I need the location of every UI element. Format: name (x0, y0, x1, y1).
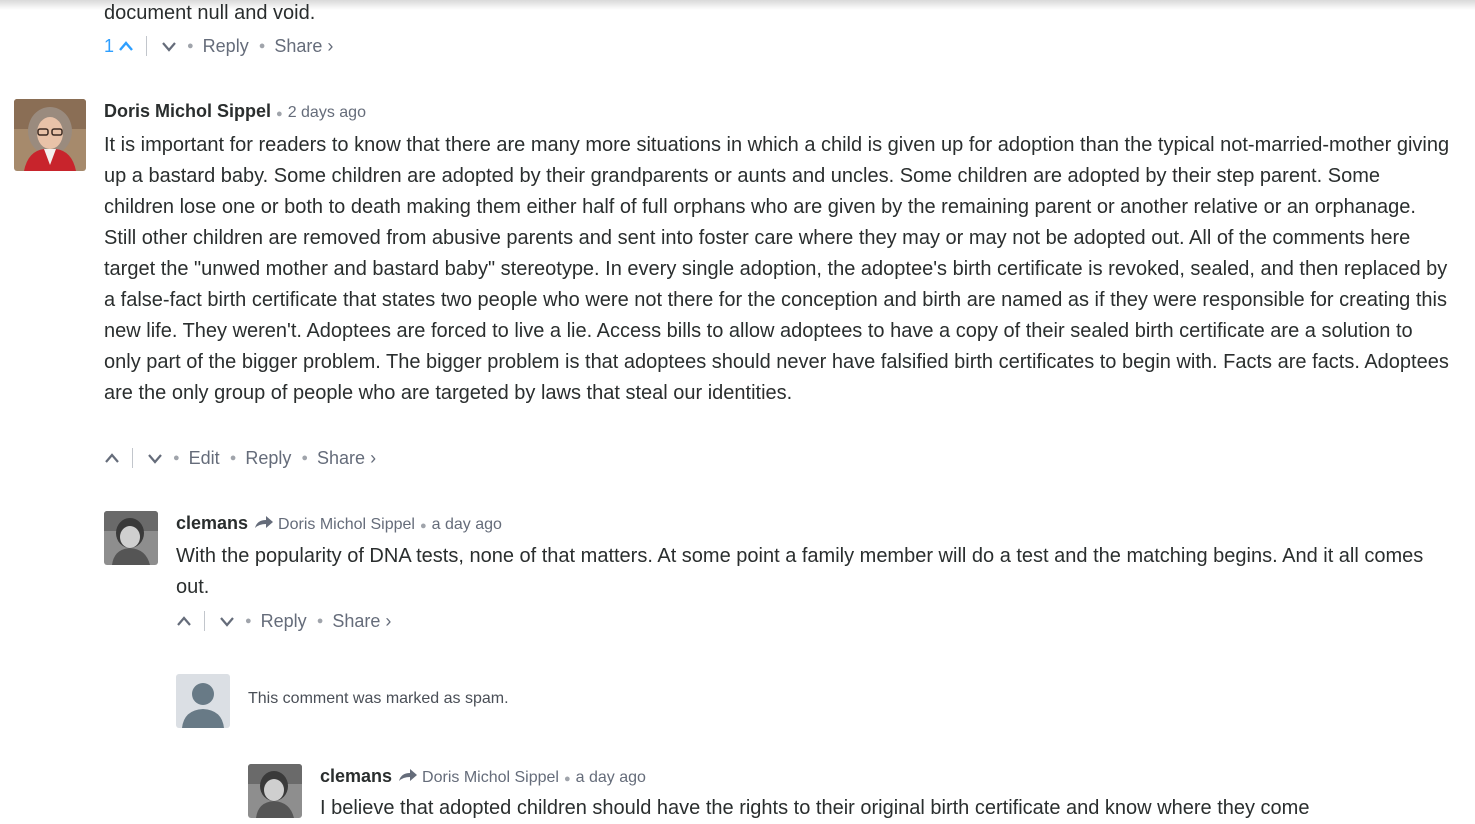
downvote-button[interactable] (147, 452, 163, 464)
avatar[interactable] (104, 511, 158, 565)
author-name[interactable]: clemans (176, 513, 248, 534)
comment-header: clemans Doris Michol Sippel ● a day ago (176, 513, 502, 534)
reply-arrow-icon (255, 516, 274, 528)
downvote-button[interactable] (219, 615, 235, 627)
spam-notice: This comment was marked as spam. (248, 690, 509, 707)
share-link[interactable]: Share › (317, 448, 376, 469)
timestamp[interactable]: a day ago (576, 769, 646, 787)
avatar[interactable] (248, 764, 302, 818)
bullet: ● (229, 452, 237, 464)
bullet: ● (245, 615, 252, 627)
bullet: ● (316, 615, 324, 627)
chevron-down-icon (220, 617, 234, 627)
comment-footer: ● Edit ● Reply ● Share › (104, 445, 376, 471)
upvote-button[interactable]: 1 (104, 36, 134, 57)
bullet: ● (301, 452, 309, 464)
avatar[interactable] (14, 99, 86, 171)
comment-footer: ● Reply ● Share › (176, 608, 391, 634)
comment-header: clemans Doris Michol Sippel ● a day ago (320, 766, 646, 787)
vote-divider (204, 611, 205, 631)
bullet: ● (173, 452, 180, 464)
downvote-button[interactable] (161, 40, 177, 52)
upvote-count: 1 (104, 35, 115, 56)
upvote-button[interactable] (176, 615, 192, 627)
user-silhouette-icon (176, 674, 230, 728)
vote-divider (132, 448, 133, 468)
reply-link[interactable]: Reply (245, 448, 291, 469)
timestamp[interactable]: a day ago (432, 516, 502, 534)
chevron-up-icon (105, 453, 119, 463)
bullet: ● (187, 40, 194, 52)
author-name[interactable]: Doris Michol Sippel (104, 101, 271, 122)
edit-link[interactable]: Edit (189, 448, 220, 469)
reply-link[interactable]: Reply (261, 611, 307, 632)
chevron-up-icon (119, 41, 133, 51)
upvote-button[interactable] (104, 452, 120, 464)
reply-link[interactable]: Reply (203, 36, 249, 57)
avatar-image (104, 511, 158, 565)
comment-text-tail: document null and void. (104, 2, 316, 24)
comment-footer: 1 ● Reply ● Share › (104, 33, 333, 59)
share-link[interactable]: Share › (274, 36, 333, 57)
bullet: ● (258, 40, 266, 52)
in-reply-to-link[interactable]: Doris Michol Sippel (278, 516, 415, 534)
bullet: ● (419, 520, 427, 532)
avatar-image (248, 764, 302, 818)
in-reply-to-link[interactable]: Doris Michol Sippel (422, 769, 559, 787)
avatar-image (14, 99, 86, 171)
default-avatar-icon (176, 674, 230, 728)
comment-body: I believe that adopted children should h… (320, 797, 1310, 819)
reply-arrow-icon (399, 769, 418, 781)
bullet: ● (276, 108, 283, 120)
comment-body: It is important for readers to know that… (104, 134, 1450, 404)
share-link[interactable]: Share › (332, 611, 391, 632)
chevron-up-icon (177, 616, 191, 626)
author-name[interactable]: clemans (320, 766, 392, 787)
chevron-down-icon (162, 42, 176, 52)
chevron-down-icon (148, 454, 162, 464)
comment-header: Doris Michol Sippel ● 2 days ago (104, 101, 366, 122)
timestamp[interactable]: 2 days ago (288, 104, 366, 122)
bullet: ● (563, 773, 571, 785)
comment-body: With the popularity of DNA tests, none o… (176, 545, 1424, 598)
vote-divider (146, 36, 148, 56)
